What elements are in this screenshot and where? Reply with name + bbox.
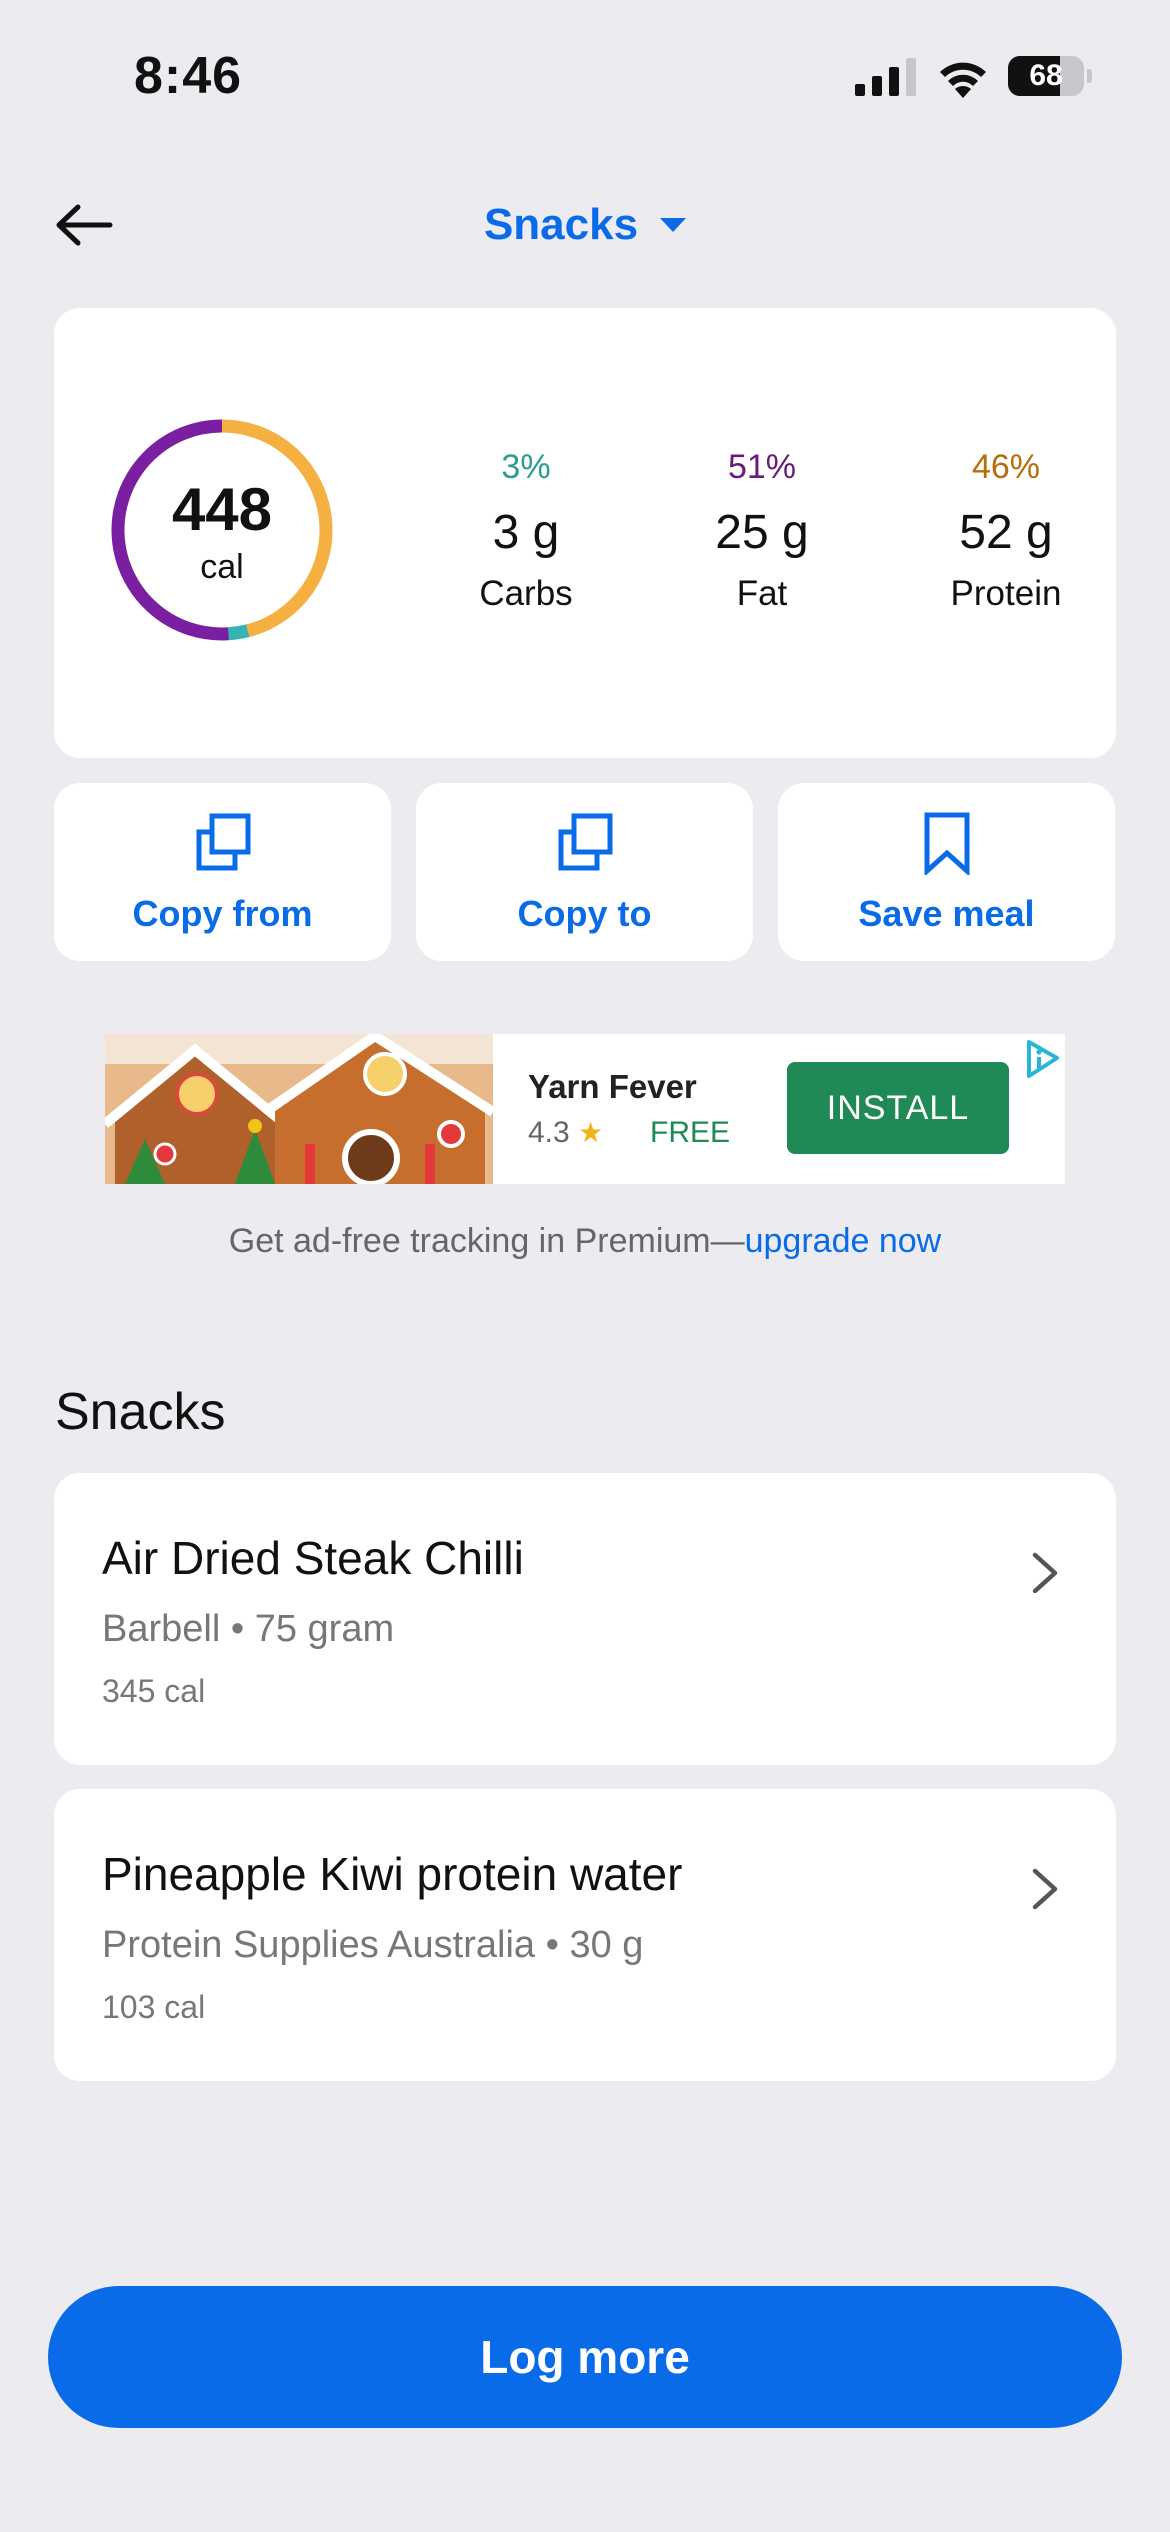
- food-item[interactable]: Air Dried Steak Chilli Barbell • 75 gram…: [54, 1473, 1116, 1765]
- calorie-value: 448: [171, 475, 273, 543]
- star-icon: ★: [578, 1117, 604, 1148]
- ad-choices-icon[interactable]: [1015, 1034, 1065, 1084]
- macro-amount: 52 g: [959, 506, 1053, 559]
- nutrition-summary-card: 448 cal 3% 3 g Carbs 51% 25 g Fat 46% 52…: [54, 308, 1116, 758]
- save-meal-label: Save meal: [858, 893, 1035, 934]
- macro-protein: 46% 52 g Protein: [906, 448, 1106, 614]
- food-calories: 103 cal: [102, 1989, 206, 2025]
- meal-selector[interactable]: Snacks: [0, 180, 1170, 270]
- food-serving: 75 gram: [254, 1608, 395, 1650]
- copy-to-label: Copy to: [517, 893, 652, 934]
- cellular-signal-icon: [855, 58, 916, 96]
- bookmark-icon: [924, 812, 969, 875]
- food-details: Protein Supplies Australia • 30 g: [102, 1924, 644, 1966]
- section-title: Snacks: [55, 1383, 226, 1441]
- copy-to-button[interactable]: Copy to: [416, 783, 753, 961]
- upgrade-text: Get ad-free tracking in Premium—: [228, 1222, 745, 1260]
- calorie-unit: cal: [200, 547, 244, 586]
- log-more-button[interactable]: Log more: [48, 2286, 1122, 2428]
- copy-from-label: Copy from: [132, 893, 313, 934]
- copy-icon: [196, 813, 250, 871]
- macro-percent: 51%: [727, 448, 797, 486]
- macro-percent: 3%: [501, 448, 551, 486]
- ad-rating-value: 4.3: [528, 1116, 570, 1149]
- status-time: 8:46: [134, 47, 243, 105]
- ad-install-button[interactable]: INSTALL: [787, 1062, 1009, 1154]
- copy-from-button[interactable]: Copy from: [54, 783, 391, 961]
- macro-fat: 51% 25 g Fat: [662, 448, 862, 614]
- arrow-left-icon: [56, 204, 113, 246]
- food-item[interactable]: Pineapple Kiwi protein water Protein Sup…: [54, 1789, 1116, 2081]
- wifi-icon: [940, 62, 986, 98]
- battery-icon: 68: [1008, 56, 1092, 96]
- upgrade-link[interactable]: upgrade now: [745, 1222, 942, 1260]
- macro-label: Protein: [950, 574, 1062, 613]
- copy-icon: [558, 813, 612, 871]
- status-bar: 8:46 68: [0, 0, 1170, 150]
- food-details: Barbell • 75 gram: [102, 1608, 395, 1650]
- chevron-right-icon: [1032, 1552, 1058, 1594]
- nav-bar: Snacks: [0, 180, 1170, 270]
- food-brand: Barbell: [102, 1608, 221, 1650]
- macro-carbs: 3% 3 g Carbs: [426, 448, 626, 614]
- food-calories: 345 cal: [102, 1673, 206, 1709]
- ad-gingerbread-house-image: [105, 1034, 493, 1184]
- macro-amount: 3 g: [492, 506, 560, 559]
- calorie-total: 448 cal: [108, 416, 336, 644]
- back-button[interactable]: [50, 194, 118, 256]
- food-brand: Protein Supplies Australia: [102, 1924, 536, 1966]
- food-name: Air Dried Steak Chilli: [102, 1532, 524, 1584]
- macro-label: Carbs: [479, 574, 573, 613]
- battery-level: 68: [1029, 59, 1063, 92]
- meal-selector-label: Snacks: [483, 200, 639, 249]
- caret-down-icon: [660, 218, 687, 232]
- macro-amount: 25 g: [715, 506, 809, 559]
- food-name: Pineapple Kiwi protein water: [102, 1848, 683, 1900]
- macro-percent: 46%: [971, 448, 1041, 486]
- chevron-right-icon: [1032, 1868, 1058, 1910]
- macro-label: Fat: [736, 574, 788, 613]
- upgrade-prompt: Get ad-free tracking in Premium—upgrade …: [0, 1222, 1170, 1261]
- save-meal-button[interactable]: Save meal: [778, 783, 1115, 961]
- ad-rating: 4.3 ★: [528, 1116, 603, 1150]
- ad-price: FREE: [650, 1116, 731, 1149]
- food-serving: 30 g: [569, 1924, 644, 1966]
- ad-app-name: Yarn Fever: [528, 1068, 697, 1105]
- ad-banner[interactable]: Yarn Fever 4.3 ★ FREE INSTALL: [105, 1034, 1065, 1184]
